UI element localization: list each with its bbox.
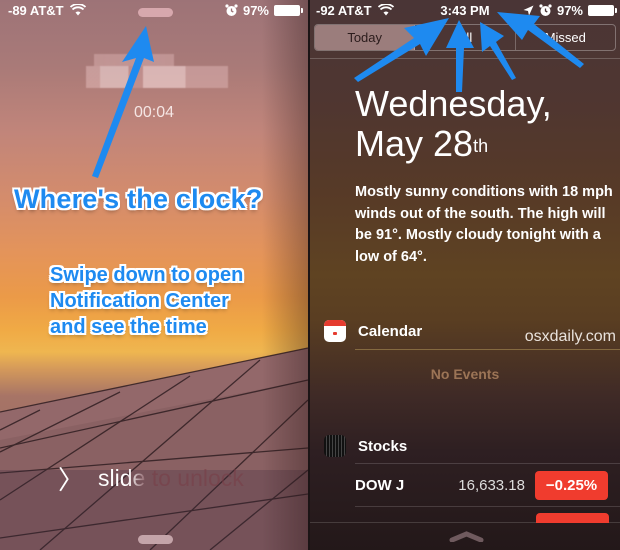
- stock-change-badge[interactable]: −0.25%: [535, 470, 608, 500]
- slide-to-unlock-label: slide to unlock: [98, 465, 244, 491]
- divider: [355, 506, 620, 507]
- status-clock: 3:43 PM: [440, 3, 490, 18]
- stocks-title: Stocks: [358, 437, 408, 455]
- stocks-icon: [324, 435, 346, 457]
- calendar-title: Calendar: [358, 322, 423, 340]
- tab-missed[interactable]: Missed: [516, 25, 615, 50]
- annotation-title: Where's the clock?: [14, 184, 263, 214]
- today-date: Wednesday, May 28th: [355, 84, 552, 164]
- tab-all[interactable]: All: [415, 25, 516, 50]
- annotation-line: Swipe down to open: [50, 264, 244, 286]
- calendar-widget-header[interactable]: Calendar: [324, 320, 422, 342]
- calendar-empty-state: No Events: [430, 366, 500, 382]
- date-weekday: Wednesday,: [355, 83, 552, 124]
- wifi-icon: [69, 4, 86, 16]
- chevron-right-icon: 〉: [58, 465, 85, 495]
- lock-screen: -89 AT&T 97% 00:04 Where's the clock? Sw…: [0, 0, 308, 550]
- calendar-icon: [324, 320, 346, 342]
- stock-row[interactable]: DOW J 16,633.18 −0.25%: [355, 470, 608, 500]
- weather-summary: Mostly sunny conditions with 18 mph wind…: [355, 184, 613, 265]
- watermark: osxdaily.com: [524, 328, 616, 345]
- tab-today[interactable]: Today: [315, 25, 416, 50]
- annotation-line: and see the time: [50, 316, 207, 338]
- caller-name-pixelated: [86, 54, 228, 88]
- slide-to-unlock[interactable]: 〉 slide to unlock: [58, 460, 244, 497]
- annotation-body: Swipe down to open Notification Center a…: [50, 262, 243, 340]
- date-day: May 28th: [355, 123, 489, 164]
- battery-percent: 97%: [242, 2, 269, 18]
- divider: [355, 463, 620, 464]
- notification-center: -92 AT&T 97% 3:43 PM Today All Missed We…: [310, 0, 620, 550]
- alarm-icon: [225, 3, 238, 16]
- signal-carrier: -89 AT&T: [8, 2, 64, 18]
- control-center-grabber[interactable]: [138, 535, 173, 544]
- divider: [355, 349, 620, 350]
- stocks-widget-header[interactable]: Stocks: [324, 435, 407, 457]
- battery-icon: [274, 4, 303, 16]
- divider: [310, 58, 620, 59]
- call-timer: 00:04: [133, 104, 175, 121]
- close-grabber-icon[interactable]: [449, 530, 484, 542]
- stock-price: 16,633.18: [458, 476, 525, 494]
- stock-change-badge-partial: [536, 513, 609, 523]
- notification-tabs: Today All Missed: [314, 24, 616, 51]
- annotation-line: Notification Center: [50, 290, 229, 312]
- notification-center-grabber[interactable]: [138, 8, 173, 17]
- stock-symbol: DOW J: [355, 476, 405, 494]
